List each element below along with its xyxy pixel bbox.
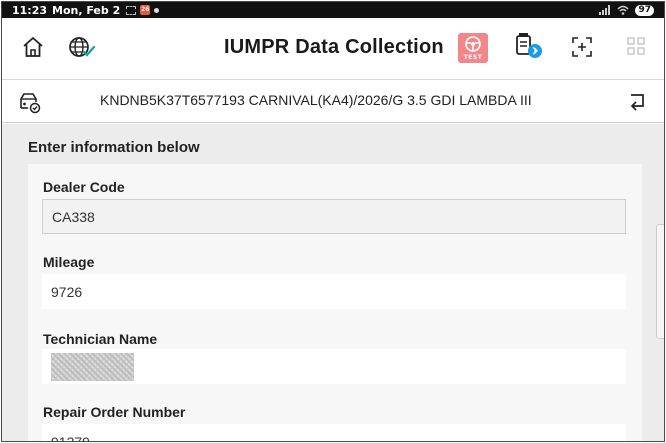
status-notification-icons: 26 <box>126 5 160 15</box>
mileage-label: Mileage <box>43 254 95 270</box>
test-badge-label: TEST <box>463 54 483 61</box>
notification-dot-icon <box>154 7 160 13</box>
masked-name-block <box>51 352 134 381</box>
calendar-icon: 26 <box>140 5 151 15</box>
section-title: Enter information below <box>28 139 200 156</box>
status-bar: 11:23 Mon, Feb 2 26 97 <box>2 2 664 18</box>
home-icon[interactable] <box>21 35 45 59</box>
status-time: 11:23 <box>12 3 48 17</box>
technician-name-label: Technician Name <box>43 331 158 347</box>
test-mode-badge[interactable]: TEST <box>458 33 488 63</box>
mileage-field[interactable]: 9726 <box>42 274 626 309</box>
scrollbar[interactable] <box>656 224 664 339</box>
grid-menu-icon[interactable] <box>627 37 645 55</box>
form-panel: Dealer Code CA338 Mileage 9726 Technicia… <box>28 164 642 441</box>
back-return-icon[interactable] <box>625 91 647 113</box>
app-header: IUMPR Data Collection TEST <box>2 18 664 80</box>
repair-order-field[interactable]: 91379 <box>42 424 626 441</box>
wifi-icon <box>617 5 629 15</box>
dealer-code-label: Dealer Code <box>43 179 125 195</box>
screen-record-icon <box>126 5 137 15</box>
technician-name-field[interactable] <box>42 349 626 384</box>
form-content: Enter information below Dealer Code CA33… <box>2 124 664 441</box>
car-check-icon <box>20 93 41 114</box>
screenshot-icon[interactable] <box>571 36 593 58</box>
steering-wheel-icon <box>465 36 481 52</box>
dealer-code-field[interactable]: CA338 <box>42 199 626 234</box>
repair-order-label: Repair Order Number <box>43 404 186 420</box>
vci-bluetooth-icon[interactable] <box>514 32 544 60</box>
vehicle-info-bar: KNDNB5K37T6577193 CARNIVAL(KA4)/2026/G 3… <box>2 80 664 123</box>
status-right: 97 <box>599 4 654 16</box>
signal-icon <box>599 5 611 15</box>
page-title: IUMPR Data Collection <box>224 36 444 58</box>
app-window: 11:23 Mon, Feb 2 26 97 IUMPR Data Collec… <box>1 1 665 442</box>
battery-indicator: 97 <box>635 4 654 16</box>
status-date: Mon, Feb 2 <box>52 3 121 17</box>
vehicle-description: KNDNB5K37T6577193 CARNIVAL(KA4)/2026/G 3… <box>100 92 532 108</box>
globe-check-icon[interactable] <box>68 35 96 59</box>
